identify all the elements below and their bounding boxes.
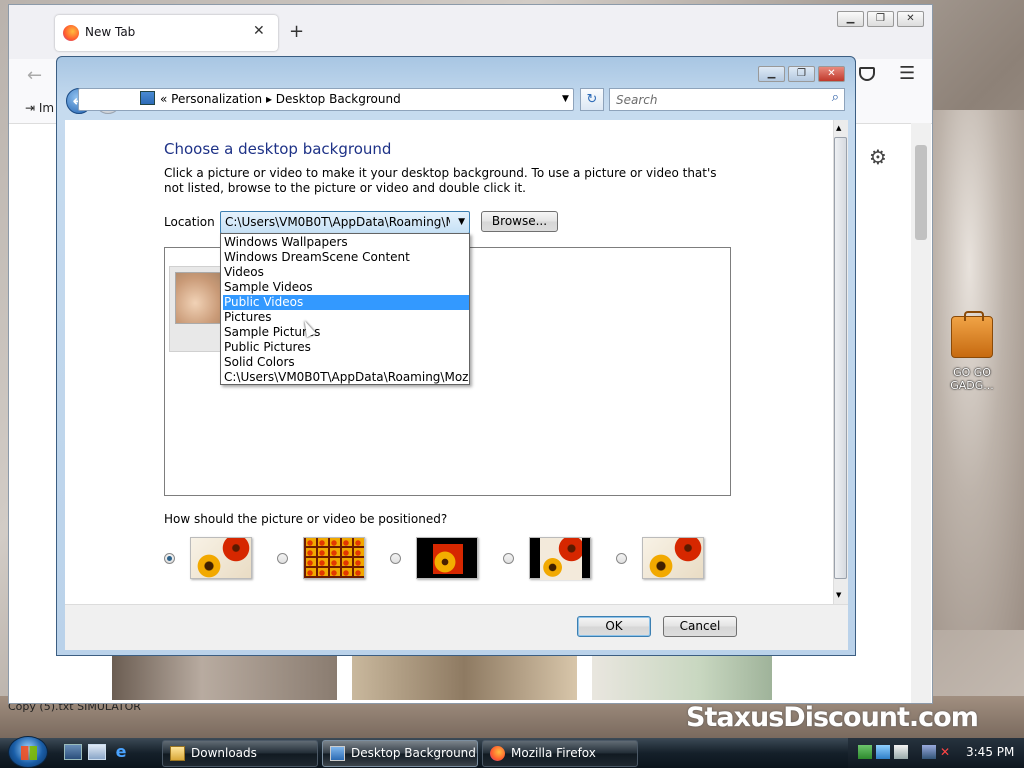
search-icon[interactable]: ⌕ bbox=[832, 90, 839, 105]
breadcrumb[interactable]: « Personalization ▸ Desktop Background bbox=[160, 92, 401, 106]
gadget-icon[interactable] bbox=[876, 745, 890, 759]
firefox-icon bbox=[490, 746, 505, 761]
taskbar-item-downloads[interactable]: Downloads bbox=[162, 740, 318, 767]
tab-title: New Tab bbox=[85, 25, 136, 39]
position-label: How should the picture or video be posit… bbox=[164, 512, 448, 526]
taskbar-item-label: Mozilla Firefox bbox=[511, 746, 596, 760]
dropdown-option[interactable]: Sample Pictures bbox=[223, 325, 469, 340]
close-button[interactable]: ✕ bbox=[818, 66, 845, 82]
show-desktop-icon[interactable] bbox=[64, 744, 82, 760]
bookmark-import[interactable]: ⇥ Im bbox=[25, 101, 54, 115]
gear-icon[interactable]: ⚙ bbox=[869, 145, 887, 169]
page-description: Click a picture or video to make it your… bbox=[164, 166, 717, 195]
search-input[interactable]: Search ⌕ bbox=[609, 88, 845, 111]
folder-icon bbox=[170, 746, 185, 761]
hamburger-menu-icon[interactable]: ☰ bbox=[899, 63, 915, 84]
watermark-text: StaxusDiscount.com bbox=[686, 702, 979, 733]
location-label: Location bbox=[164, 215, 215, 229]
position-radio-center[interactable] bbox=[390, 553, 401, 564]
minimize-button[interactable]: ▁ bbox=[837, 11, 864, 27]
chevron-down-icon: ▼ bbox=[458, 217, 465, 227]
top-sites-tiles bbox=[112, 655, 772, 700]
position-stretch-image[interactable] bbox=[642, 537, 704, 579]
maximize-button[interactable]: ❐ bbox=[867, 11, 894, 27]
volume-muted-icon[interactable]: ✕ bbox=[940, 745, 954, 759]
dropdown-option[interactable]: Sample Videos bbox=[223, 280, 469, 295]
tab-new-tab[interactable]: New Tab ✕ bbox=[55, 15, 278, 51]
picture-thumbnail[interactable] bbox=[175, 272, 225, 324]
control-panel-icon bbox=[140, 91, 155, 105]
location-value: C:\Users\VM0B0T\AppData\Roaming\Moz bbox=[225, 215, 450, 229]
page-title: Choose a desktop background bbox=[164, 140, 392, 158]
maximize-button[interactable]: ❐ bbox=[788, 66, 815, 82]
dropdown-option[interactable]: C:\Users\VM0B0T\AppData\Roaming\Mozilla\ bbox=[223, 370, 469, 385]
minimize-button[interactable]: ▁ bbox=[758, 66, 785, 82]
switch-windows-icon[interactable] bbox=[88, 744, 106, 760]
dropdown-option[interactable]: Solid Colors bbox=[223, 355, 469, 370]
location-dropdown-list[interactable]: Windows Wallpapers Windows DreamScene Co… bbox=[220, 233, 470, 385]
search-placeholder: Search bbox=[616, 93, 658, 107]
scrollbar-thumb[interactable] bbox=[834, 137, 847, 579]
new-tab-button[interactable]: + bbox=[289, 21, 304, 42]
firefox-icon bbox=[63, 25, 79, 41]
top-site-tile[interactable] bbox=[592, 655, 772, 700]
tab-close-icon[interactable]: ✕ bbox=[253, 23, 265, 39]
monitor-tray-icon[interactable] bbox=[922, 745, 936, 759]
address-dropdown-icon[interactable]: ▼ bbox=[562, 94, 569, 104]
cancel-button[interactable]: Cancel bbox=[663, 616, 737, 637]
position-radio-fit[interactable] bbox=[503, 553, 514, 564]
close-button[interactable]: ✕ bbox=[897, 11, 924, 27]
network-icon[interactable] bbox=[858, 745, 872, 759]
refresh-icon[interactable]: ↻ bbox=[580, 88, 604, 111]
display-icon bbox=[330, 746, 345, 761]
desktop-icon-gadget[interactable]: GO GO GADG... bbox=[944, 311, 1000, 392]
browse-button[interactable]: Browse... bbox=[481, 211, 558, 232]
taskbar-item-desktop-background[interactable]: Desktop Background bbox=[322, 740, 478, 767]
scroll-down-icon[interactable]: ▼ bbox=[836, 591, 841, 599]
internet-explorer-icon[interactable]: e bbox=[112, 744, 130, 760]
top-site-tile[interactable] bbox=[352, 655, 577, 700]
position-radio-tile[interactable] bbox=[277, 553, 288, 564]
scroll-up-icon[interactable]: ▲ bbox=[836, 124, 841, 132]
dropdown-option[interactable]: Windows DreamScene Content bbox=[223, 250, 469, 265]
dropdown-option[interactable]: Windows Wallpapers bbox=[223, 235, 469, 250]
position-radio-fill[interactable] bbox=[164, 553, 175, 564]
position-fill-image[interactable] bbox=[190, 537, 252, 579]
scrollbar-thumb[interactable] bbox=[915, 145, 927, 240]
position-fit-image[interactable] bbox=[529, 537, 591, 580]
taskbar-item-label: Downloads bbox=[191, 746, 257, 760]
position-center-image[interactable] bbox=[416, 537, 478, 579]
ok-button[interactable]: OK bbox=[577, 616, 651, 637]
location-select[interactable]: C:\Users\VM0B0T\AppData\Roaming\Moz ▼ bbox=[220, 211, 470, 234]
briefcase-icon bbox=[951, 311, 993, 358]
back-arrow-icon[interactable]: ← bbox=[27, 65, 42, 86]
dropdown-option-selected[interactable]: Public Videos bbox=[223, 295, 469, 310]
taskbar-item-label: Desktop Background bbox=[351, 746, 476, 760]
dropdown-option[interactable]: Videos bbox=[223, 265, 469, 280]
display-tray-icon[interactable] bbox=[894, 745, 908, 759]
dropdown-option[interactable]: Public Pictures bbox=[223, 340, 469, 355]
taskbar-item-firefox[interactable]: Mozilla Firefox bbox=[482, 740, 638, 767]
position-tile-image[interactable] bbox=[303, 537, 365, 579]
dropdown-option[interactable]: Pictures bbox=[223, 310, 469, 325]
clock[interactable]: 3:45 PM bbox=[966, 745, 1014, 759]
top-site-tile[interactable] bbox=[112, 655, 337, 700]
start-button[interactable] bbox=[8, 736, 48, 768]
position-radio-stretch[interactable] bbox=[616, 553, 627, 564]
desktop-icon-label: GO GO GADG... bbox=[950, 366, 994, 392]
